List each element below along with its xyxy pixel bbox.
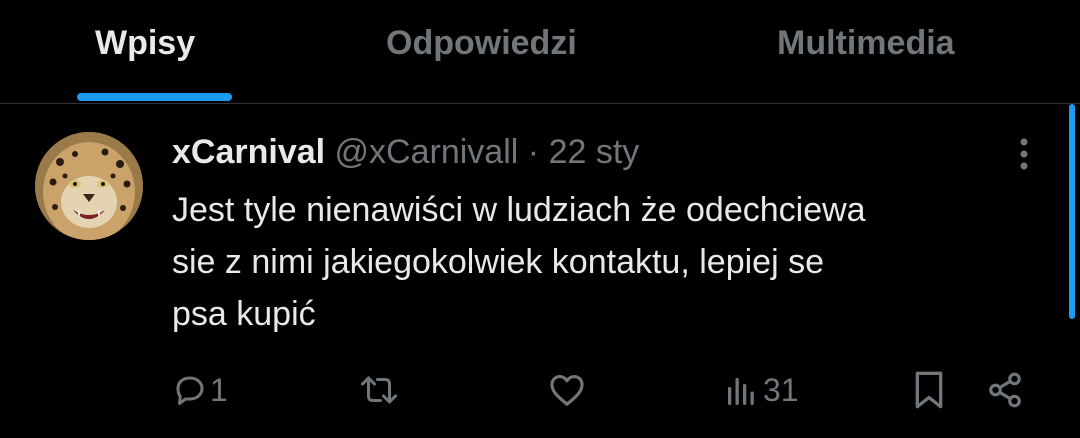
- scrollbar[interactable]: [1069, 104, 1075, 319]
- post-text: Jest tyle nienawiści w ludziach że odech…: [172, 184, 1052, 340]
- reply-icon: [172, 372, 208, 408]
- profile-tabs: Wpisy Odpowiedzi Multimedia: [0, 0, 1080, 104]
- tab-multimedia[interactable]: Multimedia: [777, 18, 955, 68]
- tab-odpowiedzi[interactable]: Odpowiedzi: [386, 18, 577, 68]
- like-button[interactable]: [548, 364, 588, 416]
- post-text-line: sie z nimi jakiegokolwiek kontaktu, lepi…: [172, 243, 824, 281]
- active-tab-indicator: [77, 93, 232, 101]
- user-handle[interactable]: @xCarnivall: [335, 133, 519, 171]
- post-header: xCarnival @xCarnivall · 22 sty: [172, 130, 639, 174]
- views-button[interactable]: 31: [725, 364, 799, 416]
- post-text-line: Jest tyle nienawiści w ludziach że odech…: [172, 191, 866, 229]
- separator-dot: ·: [527, 133, 540, 171]
- more-options-icon[interactable]: [1010, 134, 1038, 174]
- reply-count: 1: [210, 371, 228, 408]
- post-actions: 1 31: [0, 364, 1080, 416]
- post-date[interactable]: 22 sty: [549, 133, 640, 171]
- tab-wpisy[interactable]: Wpisy: [95, 18, 195, 68]
- share-icon: [986, 371, 1024, 409]
- post-text-line: psa kupić: [172, 295, 316, 333]
- share-button[interactable]: [986, 364, 1024, 416]
- bookmark-button[interactable]: [912, 364, 946, 416]
- bookmark-icon: [912, 370, 946, 410]
- repost-icon: [358, 372, 400, 408]
- reply-button[interactable]: 1: [172, 364, 228, 416]
- views-icon: [725, 372, 761, 408]
- views-count: 31: [763, 371, 799, 408]
- display-name[interactable]: xCarnival: [172, 133, 325, 171]
- post[interactable]: xCarnival @xCarnivall · 22 sty Jest tyle…: [0, 104, 1080, 438]
- heart-icon: [548, 372, 586, 408]
- repost-button[interactable]: [358, 364, 402, 416]
